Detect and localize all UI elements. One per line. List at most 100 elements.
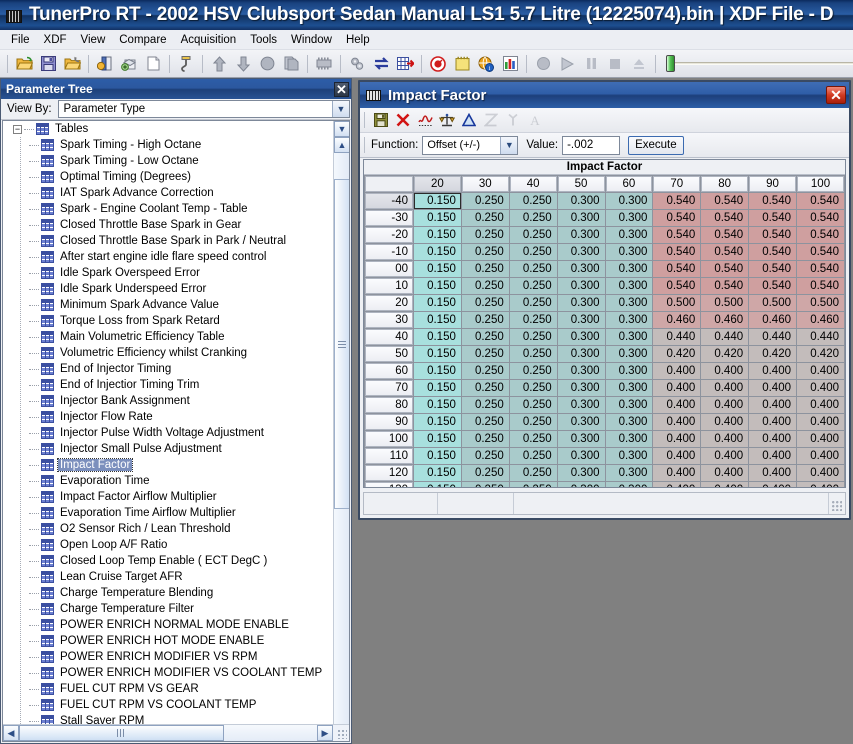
table-cell[interactable]: 0.460	[653, 312, 701, 328]
table-cell[interactable]: 0.500	[749, 295, 796, 311]
table-cell[interactable]: 0.250	[509, 329, 557, 345]
table-cell[interactable]: 0.300	[605, 346, 653, 362]
sidebar-item-main-volumetric-efficiency-table[interactable]: Main Volumetric Efficiency Table	[3, 329, 333, 345]
table-row-header[interactable]: 20	[365, 295, 413, 311]
sidebar-item-injector-bank-assignment[interactable]: Injector Bank Assignment	[3, 393, 333, 409]
table-row[interactable]: 80 0.150 0.250 0.250 0.300 0.300 0.400 0.400 0.4…	[365, 397, 844, 413]
table-cell[interactable]: 0.300	[605, 482, 653, 487]
table-cell[interactable]: 0.150	[414, 227, 461, 243]
table-row[interactable]: 120 0.150 0.250 0.250 0.300 0.300 0.400 0.400 0.…	[365, 465, 844, 481]
resize-grip[interactable]	[829, 493, 845, 514]
folder-up-icon[interactable]	[60, 52, 84, 76]
table-cell[interactable]: 0.250	[509, 346, 557, 362]
table-cell[interactable]: 0.300	[557, 295, 605, 311]
table-cell[interactable]: 0.250	[509, 431, 557, 447]
sidebar-item-charge-temperature-blending[interactable]: Charge Temperature Blending	[3, 585, 333, 601]
table-cell[interactable]: 0.540	[701, 193, 749, 209]
table-row[interactable]: -30 0.150 0.250 0.250 0.300 0.300 0.540 0.540 0.…	[365, 210, 844, 226]
delta-icon[interactable]	[458, 110, 480, 131]
table-cell[interactable]: 0.400	[797, 363, 844, 379]
table-cell[interactable]: 0.250	[461, 278, 509, 294]
table-grid-icon[interactable]	[393, 52, 417, 76]
table-cell[interactable]: 0.300	[557, 261, 605, 277]
scroll-right-icon[interactable]: ▶	[317, 725, 333, 741]
table-column-header[interactable]: 90	[749, 176, 796, 192]
table-cell[interactable]: 0.300	[557, 482, 605, 487]
table-row-header[interactable]: -40	[365, 193, 413, 209]
menu-item-window[interactable]: Window	[284, 32, 339, 48]
table-cell[interactable]: 0.150	[414, 278, 461, 294]
table-cell[interactable]: 0.540	[797, 227, 844, 243]
table-column-header[interactable]: 20	[414, 176, 461, 192]
table-row-header[interactable]: 100	[365, 431, 413, 447]
table-cell[interactable]: 0.250	[509, 261, 557, 277]
table-cell[interactable]: 0.540	[701, 261, 749, 277]
table-row-header[interactable]: 120	[365, 465, 413, 481]
table-cell[interactable]: 0.420	[797, 346, 844, 362]
table-cell[interactable]: 0.540	[653, 210, 701, 226]
table-cell[interactable]: 0.540	[797, 193, 844, 209]
toolbar-slider[interactable]	[666, 52, 853, 76]
table-row-header[interactable]: 40	[365, 329, 413, 345]
hscroll-thumb[interactable]	[19, 725, 224, 741]
table-cell[interactable]: 0.540	[749, 278, 796, 294]
menu-item-tools[interactable]: Tools	[243, 32, 284, 48]
table-cell[interactable]: 0.400	[797, 414, 844, 430]
memory-chip-icon[interactable]	[312, 52, 336, 76]
table-row-header[interactable]: 90	[365, 414, 413, 430]
table-cell[interactable]: 0.540	[653, 261, 701, 277]
table-cell[interactable]: 0.250	[509, 363, 557, 379]
table-cell[interactable]: 0.400	[653, 414, 701, 430]
table-cell[interactable]: 0.300	[605, 448, 653, 464]
sidebar-item-evaporation-time-airflow-multiplier[interactable]: Evaporation Time Airflow Multiplier	[3, 505, 333, 521]
table-cell[interactable]: 0.250	[509, 397, 557, 413]
table-cell[interactable]: 0.150	[414, 397, 461, 413]
sidebar-item-impact-factor-airflow-multiplier[interactable]: Impact Factor Airflow Multiplier	[3, 489, 333, 505]
table-cell[interactable]: 0.440	[653, 329, 701, 345]
table-cell[interactable]: 0.250	[509, 380, 557, 396]
table-cell[interactable]: 0.540	[653, 227, 701, 243]
table-row-header[interactable]: -30	[365, 210, 413, 226]
table-cell[interactable]: 0.400	[749, 482, 796, 487]
table-cell[interactable]: 0.400	[653, 363, 701, 379]
scroll-up-icon[interactable]: ▲	[334, 137, 349, 153]
table-cell[interactable]: 0.460	[749, 312, 796, 328]
sidebar-item-closed-throttle-base-spark-in-park-neutral[interactable]: Closed Throttle Base Spark in Park / Neu…	[3, 233, 333, 249]
table-cell[interactable]: 0.540	[653, 278, 701, 294]
tree-vertical-scrollbar[interactable]: ▼ ▲	[333, 121, 349, 724]
table-cell[interactable]: 0.250	[461, 312, 509, 328]
sidebar-item-optimal-timing-degrees[interactable]: Optimal Timing (Degrees)	[3, 169, 333, 185]
table-cell[interactable]: 0.400	[797, 397, 844, 413]
table-cell[interactable]: 0.250	[461, 465, 509, 481]
table-cell[interactable]: 0.400	[749, 380, 796, 396]
slider-track[interactable]	[675, 62, 853, 65]
graph-2d-icon[interactable]	[414, 110, 436, 131]
table-cell[interactable]: 0.250	[461, 431, 509, 447]
sidebar-item-stall-saver-rpm[interactable]: Stall Saver RPM	[3, 713, 333, 724]
hook-tool-icon[interactable]	[174, 52, 198, 76]
table-cell[interactable]: 0.420	[653, 346, 701, 362]
table-cell[interactable]: 0.300	[605, 380, 653, 396]
table-cell[interactable]: 0.150	[414, 329, 461, 345]
collapse-icon[interactable]: −	[13, 124, 22, 134]
table-cell[interactable]: 0.540	[797, 278, 844, 294]
table-cell[interactable]: 0.400	[749, 465, 796, 481]
table-row[interactable]: -10 0.150 0.250 0.250 0.300 0.300 0.540 0.540 0.…	[365, 244, 844, 260]
table-cell[interactable]: 0.300	[557, 431, 605, 447]
bar-chart-icon[interactable]	[498, 52, 522, 76]
table-column-header[interactable]: 60	[605, 176, 653, 192]
table-cell[interactable]: 0.150	[414, 312, 461, 328]
table-cell[interactable]: 0.150	[414, 448, 461, 464]
table-cell[interactable]: 0.300	[605, 431, 653, 447]
table-cell[interactable]: 0.300	[605, 227, 653, 243]
table-cell[interactable]: 0.540	[797, 244, 844, 260]
table-cell[interactable]: 0.400	[701, 397, 749, 413]
table-cell[interactable]: 0.250	[461, 210, 509, 226]
table-cell[interactable]: 0.250	[461, 261, 509, 277]
table-cell[interactable]: 0.150	[414, 414, 461, 430]
sidebar-item-evaporation-time[interactable]: Evaporation Time	[3, 473, 333, 489]
table-cell[interactable]: 0.300	[605, 278, 653, 294]
circle-icon[interactable]	[255, 52, 279, 76]
table-cell[interactable]: 0.250	[461, 227, 509, 243]
table-cell[interactable]: 0.300	[557, 397, 605, 413]
